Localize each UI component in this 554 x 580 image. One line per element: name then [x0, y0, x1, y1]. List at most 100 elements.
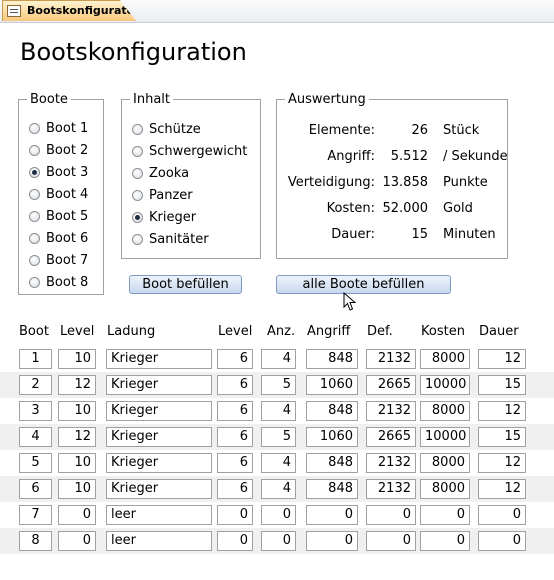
level2-cell[interactable]: 6 [217, 479, 253, 499]
level2-cell[interactable]: 6 [217, 427, 253, 447]
kosten-cell[interactable]: 8000 [420, 401, 470, 421]
ladung-cell[interactable]: leer [106, 531, 212, 551]
kosten-cell[interactable]: 8000 [420, 479, 470, 499]
boot-cell[interactable]: 5 [19, 453, 52, 473]
anz-cell[interactable]: 4 [261, 349, 296, 369]
ladung-cell[interactable]: Krieger [106, 401, 212, 421]
dauer-cell[interactable]: 12 [478, 479, 526, 499]
radio-button-icon[interactable] [29, 233, 40, 244]
level2-cell[interactable]: 0 [217, 531, 253, 551]
boot-cell[interactable]: 1 [19, 349, 52, 369]
radio-button-icon[interactable] [29, 211, 40, 222]
radio-button-icon[interactable] [132, 124, 143, 135]
radio-button-icon[interactable] [29, 145, 40, 156]
inhalt-option-1[interactable]: Schütze [132, 122, 201, 137]
radio-button-icon[interactable] [29, 123, 40, 134]
boote-option-7[interactable]: Boot 7 [29, 253, 88, 268]
inhalt-option-3[interactable]: Zooka [132, 166, 189, 181]
boot-cell[interactable]: 7 [19, 505, 52, 525]
anz-cell[interactable]: 4 [261, 401, 296, 421]
angriff-cell[interactable]: 0 [306, 505, 358, 525]
inhalt-option-6[interactable]: Sanitäter [132, 232, 209, 247]
dauer-cell[interactable]: 12 [478, 401, 526, 421]
kosten-cell[interactable]: 10000 [420, 375, 470, 395]
anz-cell[interactable]: 4 [261, 453, 296, 473]
boote-option-2[interactable]: Boot 2 [29, 143, 88, 158]
radio-button-icon[interactable] [29, 189, 40, 200]
boot-cell[interactable]: 6 [19, 479, 52, 499]
level-cell[interactable]: 12 [58, 427, 96, 447]
boote-option-4[interactable]: Boot 4 [29, 187, 88, 202]
ladung-cell[interactable]: Krieger [106, 427, 212, 447]
def-cell[interactable]: 2132 [366, 479, 416, 499]
inhalt-option-2[interactable]: Schwergewicht [132, 144, 247, 159]
radio-button-icon[interactable] [29, 277, 40, 288]
angriff-cell[interactable]: 848 [306, 479, 358, 499]
def-cell[interactable]: 2132 [366, 349, 416, 369]
boot-cell[interactable]: 8 [19, 531, 52, 551]
boot-befuellen-button[interactable]: Boot befüllen [129, 275, 242, 294]
angriff-cell[interactable]: 848 [306, 453, 358, 473]
level-cell[interactable]: 10 [58, 401, 96, 421]
level-cell[interactable]: 10 [58, 453, 96, 473]
level-cell[interactable]: 10 [58, 479, 96, 499]
ladung-cell[interactable]: Krieger [106, 349, 212, 369]
level2-cell[interactable]: 6 [217, 375, 253, 395]
ladung-cell[interactable]: Krieger [106, 375, 212, 395]
def-cell[interactable]: 2665 [366, 375, 416, 395]
inhalt-option-4[interactable]: Panzer [132, 188, 193, 203]
level2-cell[interactable]: 6 [217, 453, 253, 473]
alle-boote-befuellen-button[interactable]: alle Boote befüllen [276, 275, 451, 294]
boote-option-3[interactable]: Boot 3 [29, 165, 88, 180]
dauer-cell[interactable]: 0 [478, 505, 526, 525]
kosten-cell[interactable]: 0 [420, 531, 470, 551]
anz-cell[interactable]: 0 [261, 531, 296, 551]
anz-cell[interactable]: 4 [261, 479, 296, 499]
ladung-cell[interactable]: Krieger [106, 479, 212, 499]
kosten-cell[interactable]: 0 [420, 505, 470, 525]
level-cell[interactable]: 0 [58, 505, 96, 525]
boot-cell[interactable]: 4 [19, 427, 52, 447]
radio-button-icon[interactable] [29, 167, 40, 178]
radio-button-icon[interactable] [132, 234, 143, 245]
level-cell[interactable]: 0 [58, 531, 96, 551]
angriff-cell[interactable]: 848 [306, 349, 358, 369]
def-cell[interactable]: 2665 [366, 427, 416, 447]
angriff-cell[interactable]: 0 [306, 531, 358, 551]
def-cell[interactable]: 2132 [366, 401, 416, 421]
level2-cell[interactable]: 6 [217, 349, 253, 369]
boote-option-8[interactable]: Boot 8 [29, 275, 88, 290]
level2-cell[interactable]: 0 [217, 505, 253, 525]
anz-cell[interactable]: 5 [261, 427, 296, 447]
boote-option-5[interactable]: Boot 5 [29, 209, 88, 224]
dauer-cell[interactable]: 12 [478, 349, 526, 369]
kosten-cell[interactable]: 8000 [420, 349, 470, 369]
radio-button-icon[interactable] [132, 168, 143, 179]
radio-button-icon[interactable] [29, 255, 40, 266]
boote-option-1[interactable]: Boot 1 [29, 121, 88, 136]
ladung-cell[interactable]: leer [106, 505, 212, 525]
anz-cell[interactable]: 5 [261, 375, 296, 395]
kosten-cell[interactable]: 10000 [420, 427, 470, 447]
radio-button-icon[interactable] [132, 190, 143, 201]
level2-cell[interactable]: 6 [217, 401, 253, 421]
dauer-cell[interactable]: 15 [478, 427, 526, 447]
dauer-cell[interactable]: 15 [478, 375, 526, 395]
kosten-cell[interactable]: 8000 [420, 453, 470, 473]
def-cell[interactable]: 0 [366, 531, 416, 551]
angriff-cell[interactable]: 1060 [306, 375, 358, 395]
level-cell[interactable]: 10 [58, 349, 96, 369]
tab-bootskonfigurator[interactable]: Bootskonfigurator [2, 0, 136, 21]
boote-option-6[interactable]: Boot 6 [29, 231, 88, 246]
dauer-cell[interactable]: 12 [478, 453, 526, 473]
radio-button-icon[interactable] [132, 212, 143, 223]
def-cell[interactable]: 0 [366, 505, 416, 525]
radio-button-icon[interactable] [132, 146, 143, 157]
anz-cell[interactable]: 0 [261, 505, 296, 525]
ladung-cell[interactable]: Krieger [106, 453, 212, 473]
boot-cell[interactable]: 3 [19, 401, 52, 421]
inhalt-option-5[interactable]: Krieger [132, 210, 196, 225]
angriff-cell[interactable]: 848 [306, 401, 358, 421]
angriff-cell[interactable]: 1060 [306, 427, 358, 447]
dauer-cell[interactable]: 0 [478, 531, 526, 551]
